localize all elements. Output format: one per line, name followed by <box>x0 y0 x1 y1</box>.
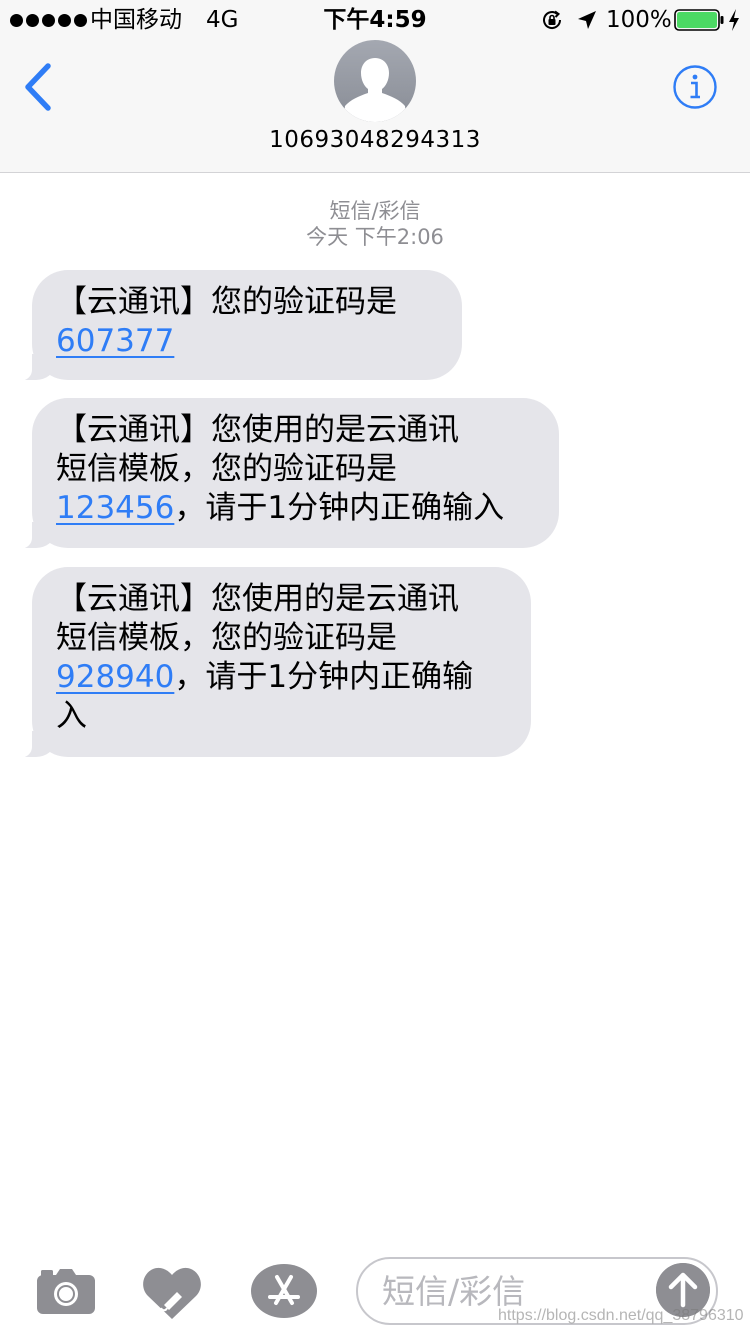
message-line: 607377 <box>56 322 434 361</box>
battery-percent: 100% <box>606 7 672 33</box>
info-button[interactable] <box>672 64 718 110</box>
message-bubble[interactable]: 【云通讯】您使用的是云通讯 短信模板，您的验证码是 928940，请于1分钟内正… <box>10 567 531 758</box>
contact-avatar[interactable] <box>334 40 416 122</box>
digital-touch-button[interactable] <box>141 1263 203 1321</box>
digital-touch-heart-icon <box>143 1267 201 1319</box>
camera-icon <box>37 1269 95 1314</box>
contact-number[interactable]: 10693048294313 <box>0 124 750 156</box>
orientation-lock-icon <box>543 10 562 29</box>
messages-screen: 中国移动 4G 下午4:59 100% 10693048294313 短信/彩信… <box>0 0 750 1334</box>
message-type-label: 短信/彩信 <box>329 199 421 223</box>
message-line: 短信模板，您的验证码是 <box>56 620 397 656</box>
message-bubble[interactable]: 【云通讯】您的验证码是 607377 <box>10 270 462 381</box>
app-store-icon <box>251 1264 317 1318</box>
chevron-left-icon <box>25 63 51 111</box>
status-bar: 中国移动 4G 下午4:59 100% <box>0 0 750 40</box>
send-button[interactable] <box>656 1263 710 1317</box>
compose-bar <box>0 1245 750 1334</box>
message-line: 入 <box>56 698 87 734</box>
message-line: 928940，请于1分钟内正确输 <box>56 658 503 697</box>
location-arrow-icon <box>578 11 596 29</box>
battery-icon <box>674 9 724 31</box>
verification-code-link[interactable]: 607377 <box>56 323 174 359</box>
message-timestamp: 今天 下午2:06 <box>306 225 444 249</box>
info-icon <box>673 65 717 109</box>
message-line: 【云通讯】您的验证码是 <box>56 284 397 320</box>
message-text: ，请于1分钟内正确输 <box>174 659 474 695</box>
camera-button[interactable] <box>36 1267 96 1315</box>
verification-code-link[interactable]: 928940 <box>56 659 174 695</box>
message-text: ，请于1分钟内正确输入 <box>174 490 505 526</box>
conversation-header: 中国移动 4G 下午4:59 100% 10693048294313 <box>0 0 750 173</box>
message-bubble[interactable]: 【云通讯】您使用的是云通讯 短信模板，您的验证码是 123456，请于1分钟内正… <box>10 398 559 549</box>
app-store-button[interactable] <box>250 1263 318 1319</box>
charging-bolt-icon <box>729 9 739 31</box>
verification-code-link[interactable]: 123456 <box>56 490 174 526</box>
message-line: 短信模板，您的验证码是 <box>56 451 397 487</box>
message-line: 123456，请于1分钟内正确输入 <box>56 489 531 528</box>
message-line: 【云通讯】您使用的是云通讯 <box>56 581 459 617</box>
person-silhouette-icon <box>343 58 407 122</box>
back-button[interactable] <box>18 60 62 114</box>
message-line: 【云通讯】您使用的是云通讯 <box>56 412 459 448</box>
